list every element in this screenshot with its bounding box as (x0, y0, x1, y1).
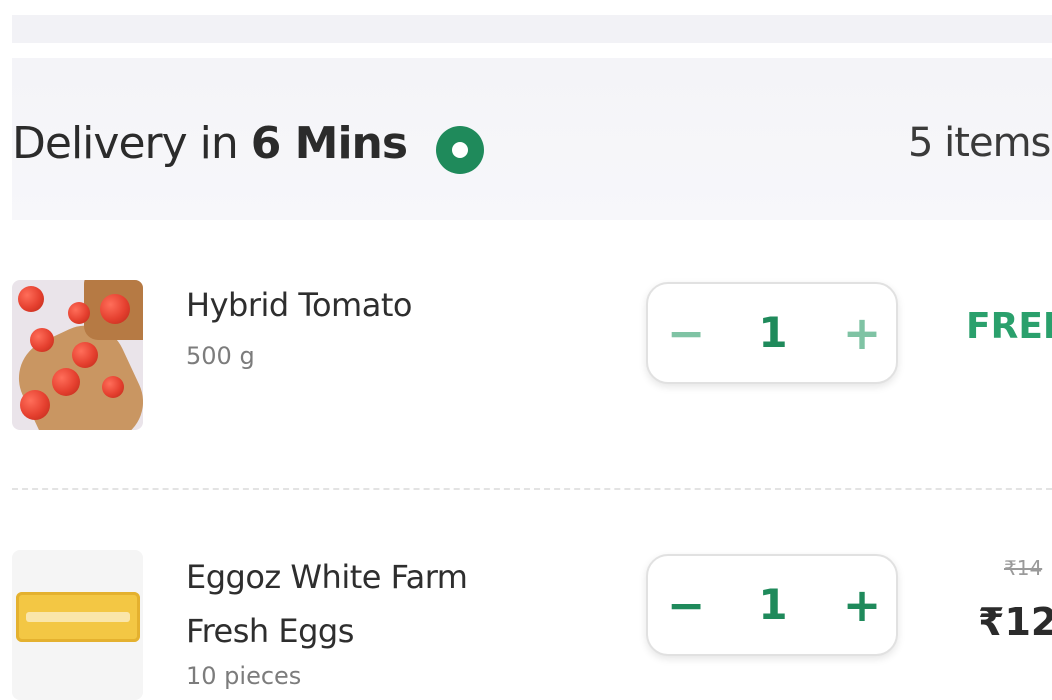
product-name-line: Eggoz White Farm (186, 558, 468, 596)
current-price: ₹125 (978, 600, 1052, 644)
price-label: FREE (966, 306, 1052, 347)
top-strip (12, 15, 1052, 43)
delivery-header: Delivery in 6 Mins 5 items (12, 58, 1052, 220)
product-quantity: 500 g (186, 342, 255, 370)
cart-item: Eggoz White Farm Fresh Eggs 10 pieces − … (0, 550, 1052, 700)
quantity-value: 1 (758, 580, 788, 629)
quantity-stepper: − 1 + (646, 282, 898, 384)
product-name-line: Fresh Eggs (186, 612, 354, 650)
product-name: Eggoz White Farm Fresh Eggs (186, 550, 468, 658)
item-divider (12, 488, 1052, 490)
decrement-button[interactable]: − (656, 556, 716, 654)
quantity-value: 1 (758, 308, 788, 357)
product-quantity: 10 pieces (186, 662, 302, 690)
increment-button[interactable]: + (832, 284, 892, 382)
cart-item: Hybrid Tomato 500 g − 1 + FREE (0, 270, 1052, 440)
green-circle-icon (436, 126, 484, 174)
original-price: ₹14 (1004, 556, 1043, 580)
increment-button[interactable]: + (832, 556, 892, 654)
delivery-prefix: Delivery in (12, 118, 251, 169)
delivery-time: 6 Mins (250, 118, 408, 169)
quantity-stepper: − 1 + (646, 554, 898, 656)
item-count: 5 items (908, 120, 1051, 166)
delivery-title: Delivery in 6 Mins (12, 118, 408, 169)
product-image[interactable] (12, 280, 143, 430)
product-image[interactable] (12, 550, 143, 700)
decrement-button[interactable]: − (656, 284, 716, 382)
product-name: Hybrid Tomato (186, 286, 412, 324)
